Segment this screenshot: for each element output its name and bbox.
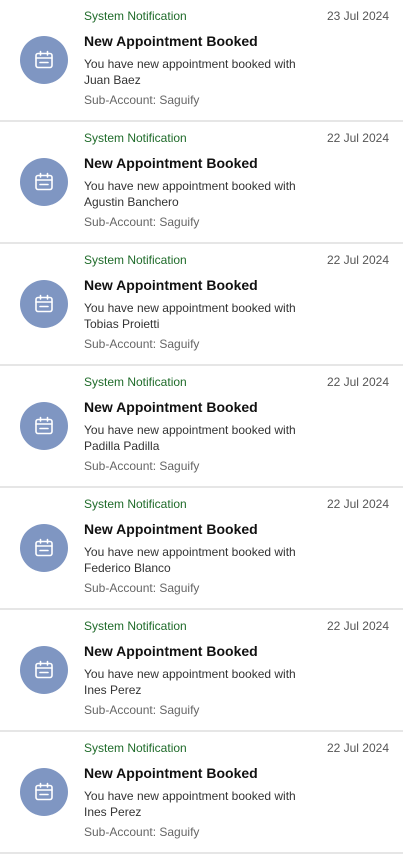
calendar-icon: [20, 646, 68, 694]
notification-subaccount: Sub-Account: Saguify: [84, 703, 200, 717]
calendar-icon: [20, 402, 68, 450]
notification-message: You have new appointment booked with Jua…: [84, 57, 296, 87]
notification-source: System Notification: [84, 253, 187, 267]
notification-item[interactable]: System Notification 22 Jul 2024 New Appo…: [0, 610, 403, 732]
calendar-icon: [20, 280, 68, 328]
notification-message: You have new appointment booked with Agu…: [84, 179, 296, 209]
notification-date: 23 Jul 2024: [326, 9, 389, 23]
notification-source: System Notification: [84, 9, 187, 23]
notification-source: System Notification: [84, 375, 187, 389]
calendar-icon: [20, 524, 68, 572]
notification-date: 22 Jul 2024: [326, 253, 389, 267]
calendar-icon: [20, 768, 68, 816]
calendar-icon: [20, 158, 68, 206]
notification-subaccount: Sub-Account: Saguify: [84, 215, 200, 229]
notification-subaccount: Sub-Account: Saguify: [84, 825, 200, 839]
notification-source: System Notification: [84, 497, 187, 511]
notification-item[interactable]: System Notification 23 Jul 2024 New Appo…: [0, 0, 403, 122]
notification-title: New Appointment Booked: [84, 521, 258, 537]
notification-source: System Notification: [84, 131, 187, 145]
notification-message: You have new appointment booked with Ine…: [84, 789, 296, 819]
notification-subaccount: Sub-Account: Saguify: [84, 93, 200, 107]
notification-item[interactable]: System Notification 22 Jul 2024 New Appo…: [0, 244, 403, 366]
notification-date: 22 Jul 2024: [326, 375, 389, 389]
notification-message: You have new appointment booked with Pad…: [84, 423, 296, 453]
notification-list: System Notification 23 Jul 2024 New Appo…: [0, 0, 403, 855]
notification-date: 22 Jul 2024: [326, 619, 389, 633]
calendar-icon: [20, 36, 68, 84]
notification-title: New Appointment Booked: [84, 277, 258, 293]
notification-item[interactable]: System Notification 22 Jul 2024 New Appo…: [0, 122, 403, 244]
notification-date: 22 Jul 2024: [326, 741, 389, 755]
notification-message: You have new appointment booked with Tob…: [84, 301, 296, 331]
notification-date: 22 Jul 2024: [326, 497, 389, 511]
notification-item[interactable]: System Notification 22 Jul 2024 New Appo…: [0, 366, 403, 488]
notification-title: New Appointment Booked: [84, 765, 258, 781]
notification-title: New Appointment Booked: [84, 399, 258, 415]
notification-subaccount: Sub-Account: Saguify: [84, 337, 200, 351]
notification-subaccount: Sub-Account: Saguify: [84, 581, 200, 595]
notification-title: New Appointment Booked: [84, 33, 258, 49]
notification-message: You have new appointment booked with Ine…: [84, 667, 296, 697]
notification-subaccount: Sub-Account: Saguify: [84, 459, 200, 473]
notification-title: New Appointment Booked: [84, 155, 258, 171]
notification-item[interactable]: System Notification 22 Jul 2024 New Appo…: [0, 732, 403, 854]
notification-item[interactable]: System Notification 22 Jul 2024 New Appo…: [0, 488, 403, 610]
notification-source: System Notification: [84, 741, 187, 755]
notification-source: System Notification: [84, 619, 187, 633]
notification-date: 22 Jul 2024: [326, 131, 389, 145]
notification-title: New Appointment Booked: [84, 643, 258, 659]
notification-message: You have new appointment booked with Fed…: [84, 545, 296, 575]
